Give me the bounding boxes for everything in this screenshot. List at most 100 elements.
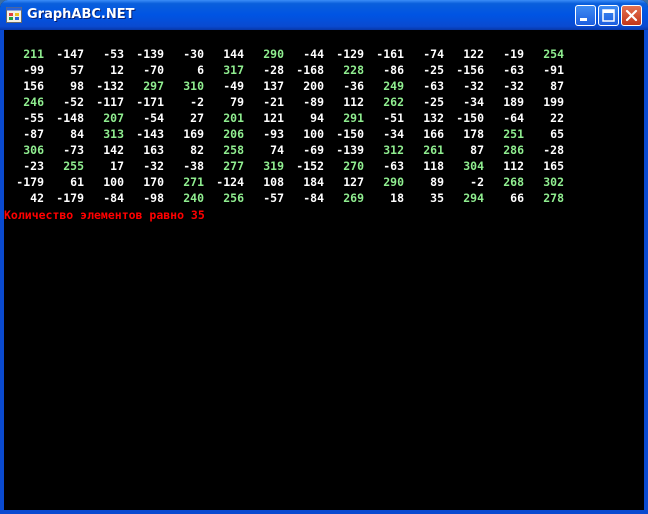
matrix-cell: -86 xyxy=(383,63,404,77)
matrix-cell: 142 xyxy=(103,143,124,157)
matrix-cell: -143 xyxy=(136,127,164,141)
matrix-cell: -139 xyxy=(336,143,364,157)
matrix-cell: 66 xyxy=(510,191,524,205)
matrix-cell: 312 xyxy=(383,143,404,157)
graphics-canvas: 211 -147 -53 -139 -30 144 290 -44 -129 -161 -74 122… xyxy=(4,30,644,510)
matrix-cell: 132 xyxy=(423,111,444,125)
matrix-cell: 87 xyxy=(470,143,484,157)
matrix-cell: 27 xyxy=(190,111,204,125)
matrix-cell: -117 xyxy=(96,95,124,109)
matrix-cell: -63 xyxy=(383,159,404,173)
matrix-cell: -23 xyxy=(23,159,44,173)
matrix-cell: -139 xyxy=(136,47,164,61)
matrix-cell: 87 xyxy=(550,79,564,93)
matrix-cell: 306 xyxy=(23,143,44,157)
matrix-cell: 258 xyxy=(223,143,244,157)
matrix-cell: 199 xyxy=(543,95,564,109)
matrix-cell: 112 xyxy=(503,159,524,173)
matrix-cell: 82 xyxy=(190,143,204,157)
window-border-right xyxy=(644,30,648,514)
matrix-cell: 137 xyxy=(263,79,284,93)
matrix-cell: -32 xyxy=(143,159,164,173)
matrix-cell: 165 xyxy=(543,159,564,173)
matrix-cell: -55 xyxy=(23,111,44,125)
matrix-cell: 262 xyxy=(383,95,404,109)
matrix-cell: 313 xyxy=(103,127,124,141)
matrix-cell: 100 xyxy=(103,175,124,189)
matrix-cell: -156 xyxy=(456,63,484,77)
matrix-cell: 57 xyxy=(70,63,84,77)
matrix-cell: 249 xyxy=(383,79,404,93)
matrix-cell: 286 xyxy=(503,143,524,157)
maximize-button[interactable] xyxy=(598,5,619,26)
matrix-cell: 61 xyxy=(70,175,84,189)
matrix-cell: 17 xyxy=(110,159,124,173)
matrix-cell: -132 xyxy=(96,79,124,93)
matrix-cell: 206 xyxy=(223,127,244,141)
matrix-cell: 156 xyxy=(23,79,44,93)
matrix-cell: -84 xyxy=(303,191,324,205)
matrix-cell: 74 xyxy=(270,143,284,157)
matrix-cell: -124 xyxy=(216,175,244,189)
matrix-cell: 22 xyxy=(550,111,564,125)
matrix-cell: -52 xyxy=(63,95,84,109)
matrix-cell: 84 xyxy=(70,127,84,141)
matrix-cell: -89 xyxy=(303,95,324,109)
matrix-cell: -2 xyxy=(190,95,204,109)
matrix-cell: 269 xyxy=(343,191,364,205)
matrix-cell: 98 xyxy=(70,79,84,93)
matrix-cell: -53 xyxy=(103,47,124,61)
matrix-cell: 42 xyxy=(30,191,44,205)
matrix-cell: 256 xyxy=(223,191,244,205)
matrix-cell: -28 xyxy=(543,143,564,157)
matrix-cell: 290 xyxy=(383,175,404,189)
matrix-cell: 297 xyxy=(143,79,164,93)
matrix-cell: 108 xyxy=(263,175,284,189)
matrix-cell: 302 xyxy=(543,175,564,189)
matrix-cell: -57 xyxy=(263,191,284,205)
title-bar[interactable]: GraphABC.NET xyxy=(0,0,648,30)
matrix-cell: 319 xyxy=(263,159,284,173)
matrix-cell: 94 xyxy=(310,111,324,125)
matrix-cell: 310 xyxy=(183,79,204,93)
matrix-cell: 294 xyxy=(463,191,484,205)
matrix-cell: -38 xyxy=(183,159,204,173)
matrix-cell: 144 xyxy=(223,47,244,61)
matrix-cell: 79 xyxy=(230,95,244,109)
close-button[interactable] xyxy=(621,5,642,26)
matrix-cell: 127 xyxy=(343,175,364,189)
matrix-cell: -161 xyxy=(376,47,404,61)
result-text: Количество элементов равно 35 xyxy=(4,208,205,222)
minimize-icon xyxy=(580,18,587,21)
matrix-cell: 246 xyxy=(23,95,44,109)
matrix-cell: -93 xyxy=(263,127,284,141)
matrix-cell: 65 xyxy=(550,127,564,141)
matrix-cell: 304 xyxy=(463,159,484,173)
matrix-cell: -64 xyxy=(503,111,524,125)
matrix-cell: -152 xyxy=(296,159,324,173)
matrix-cell: -32 xyxy=(503,79,524,93)
matrix-cell: -2 xyxy=(470,175,484,189)
matrix-cell: 178 xyxy=(463,127,484,141)
matrix-cell: 211 xyxy=(23,47,44,61)
matrix-cell: -19 xyxy=(503,47,524,61)
matrix-cell: 122 xyxy=(463,47,484,61)
matrix-cell: -63 xyxy=(503,63,524,77)
app-window: GraphABC.NET 211 -147 -53 -139 -30 144 290 -44-… xyxy=(0,0,648,514)
matrix-cell: -51 xyxy=(383,111,404,125)
matrix-cell: 290 xyxy=(263,47,284,61)
matrix-cell: -148 xyxy=(56,111,84,125)
window-border-bottom xyxy=(0,510,648,514)
matrix-cell: 6 xyxy=(197,63,204,77)
matrix-cell: -70 xyxy=(143,63,164,77)
minimize-button[interactable] xyxy=(575,5,596,26)
matrix-cell: 35 xyxy=(430,191,444,205)
matrix-cell: 277 xyxy=(223,159,244,173)
matrix-cell: -150 xyxy=(336,127,364,141)
window-title: GraphABC.NET xyxy=(27,7,135,22)
matrix-cell: 170 xyxy=(143,175,164,189)
matrix-cell: 271 xyxy=(183,175,204,189)
matrix-cell: -21 xyxy=(263,95,284,109)
app-icon xyxy=(6,7,22,23)
matrix-cell: -30 xyxy=(183,47,204,61)
